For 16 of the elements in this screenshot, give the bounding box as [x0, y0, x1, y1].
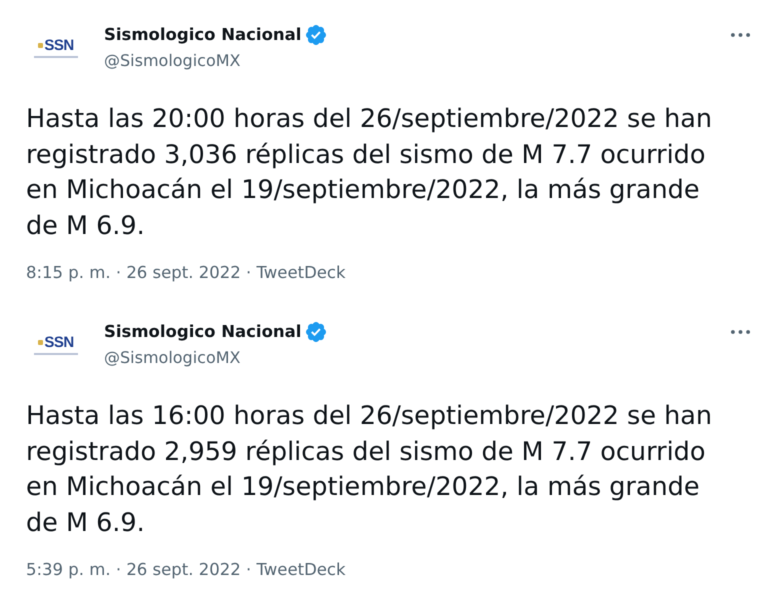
author-handle[interactable]: @SismologicoMX [104, 346, 240, 370]
author-handle[interactable]: @SismologicoMX [104, 49, 240, 73]
tweet-meta: 8:15 p. m. · 26 sept. 2022 · TweetDeck [26, 262, 346, 284]
logo-text: SSN [44, 38, 74, 53]
logo-underline-icon [34, 353, 78, 355]
logo-plus-icon [38, 43, 44, 48]
author-name[interactable]: Sismologico Nacional [104, 321, 302, 343]
logo-plus-icon [38, 340, 44, 345]
more-options-icon[interactable] [731, 330, 750, 334]
logo-text: SSN [44, 335, 74, 350]
tweet-meta: 5:39 p. m. · 26 sept. 2022 · TweetDeck [26, 559, 346, 581]
author-name[interactable]: Sismologico Nacional [104, 24, 302, 46]
more-options-icon[interactable] [731, 33, 750, 37]
tweet-text: Hasta las 20:00 horas del 26/septiembre/2022 se han registrado 3,036 réplicas del sismo de M 7.7 ocurrido en Michoacán el 19/septiembre/2022, la más grande de M 6.9. [26, 103, 714, 242]
tweet-text: Hasta las 16:00 horas del 26/septiembre/2022 se han registrado 2,959 réplicas del sismo de M 7.7 ocurrido en Michoacán el 19/septiembre/2022, la más grande de M 6.9. [26, 400, 714, 540]
logo-underline-icon [34, 56, 78, 58]
